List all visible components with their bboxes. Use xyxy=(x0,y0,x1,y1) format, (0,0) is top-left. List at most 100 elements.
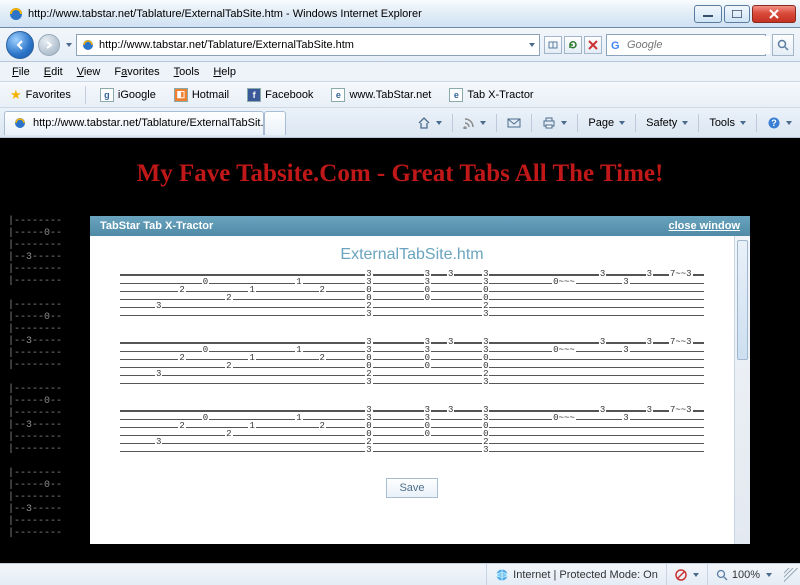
fret-number: 3 xyxy=(622,278,629,286)
chevron-down-icon xyxy=(786,121,792,125)
fret-number: 3 xyxy=(155,370,162,378)
modal-close-link[interactable]: close window xyxy=(668,220,740,232)
fret-number: 2 xyxy=(319,286,326,294)
nav-history-dropdown-icon[interactable] xyxy=(66,43,72,47)
fret-number: 3 xyxy=(365,378,372,386)
chevron-down-icon xyxy=(740,121,746,125)
fav-link-xtractor[interactable]: eTab X-Tractor xyxy=(445,86,537,104)
fret-number: 3 xyxy=(447,270,454,278)
fret-number: 1 xyxy=(295,414,302,422)
chevron-down-icon xyxy=(682,121,688,125)
modal-content: ExternalTabSite.htm 01122233300233300333… xyxy=(90,236,734,544)
fret-number: 0 xyxy=(424,294,431,302)
zoom-control[interactable]: 100% xyxy=(707,564,780,585)
fret-number: 1 xyxy=(248,422,255,430)
fret-number: 2 xyxy=(178,422,185,430)
maximize-button[interactable] xyxy=(724,5,750,23)
fret-number: 3 xyxy=(646,270,653,278)
hotmail-favicon: ◧ xyxy=(174,88,188,102)
save-button[interactable]: Save xyxy=(386,478,437,498)
chevron-down-icon xyxy=(561,121,567,125)
facebook-favicon: f xyxy=(247,88,261,102)
fret-number: 1 xyxy=(248,286,255,294)
xtractor-modal: TabStar Tab X-Tractor close window Exter… xyxy=(90,216,750,544)
menu-bar: FFileile Edit View Favorites Tools Help xyxy=(0,62,800,82)
fret-number: 2 xyxy=(225,362,232,370)
favorites-button[interactable]: ★Favorites xyxy=(6,85,75,105)
navigation-bar: G xyxy=(0,28,800,62)
print-button[interactable] xyxy=(538,115,571,131)
fav-link-facebook[interactable]: fFacebook xyxy=(243,86,317,104)
fret-number: 3 xyxy=(447,406,454,414)
compat-view-button[interactable] xyxy=(544,36,562,54)
feeds-button[interactable] xyxy=(459,115,490,131)
scrollbar-thumb[interactable] xyxy=(737,240,748,360)
fret-number: 3 xyxy=(622,346,629,354)
close-button[interactable] xyxy=(752,5,796,23)
fret-number: 0~~~ xyxy=(552,346,576,354)
help-button[interactable]: ? xyxy=(763,114,796,132)
tablature-block: 0112223330023330033300230~~~3337~~3 xyxy=(120,410,704,464)
menu-edit[interactable]: Edit xyxy=(38,64,69,80)
status-bar: Internet | Protected Mode: On 100% xyxy=(0,563,800,585)
status-privacy[interactable] xyxy=(666,564,707,585)
menu-view[interactable]: View xyxy=(71,64,107,80)
refresh-button[interactable] xyxy=(564,36,582,54)
fret-number: 2 xyxy=(178,354,185,362)
fret-number: 0~~~ xyxy=(552,278,576,286)
fret-number: 7~~3 xyxy=(669,338,693,346)
fret-number: 0 xyxy=(202,278,209,286)
menu-file[interactable]: FFileile xyxy=(6,64,36,80)
readmail-button[interactable] xyxy=(503,115,525,131)
tablature-block: 0112223330023330033300230~~~3337~~3 xyxy=(120,274,704,328)
ie-page-icon xyxy=(13,116,27,130)
internet-zone-icon xyxy=(495,568,509,582)
fret-number: 1 xyxy=(295,278,302,286)
chevron-down-icon xyxy=(693,573,699,577)
home-button[interactable] xyxy=(413,114,446,132)
safety-menu[interactable]: Safety xyxy=(642,115,692,131)
star-icon: ★ xyxy=(10,87,22,103)
browser-tab[interactable]: http://www.tabstar.net/Tablature/Externa… xyxy=(4,111,264,135)
address-dropdown-icon[interactable] xyxy=(529,43,535,47)
search-box[interactable]: G xyxy=(606,34,766,56)
fret-number: 1 xyxy=(295,346,302,354)
background-tablature: |-------- |-----0-- |-------- |--3----- … xyxy=(8,216,62,540)
fret-number: 3 xyxy=(365,446,372,454)
tools-menu[interactable]: Tools xyxy=(705,115,750,131)
chevron-down-icon xyxy=(619,121,625,125)
svg-text:G: G xyxy=(611,40,620,51)
new-tab-button[interactable] xyxy=(264,111,286,135)
command-bar: Page Safety Tools ? xyxy=(413,114,796,132)
fav-link-hotmail[interactable]: ◧Hotmail xyxy=(170,86,233,104)
fret-number: 0 xyxy=(202,346,209,354)
search-input[interactable] xyxy=(627,36,770,54)
status-zone[interactable]: Internet | Protected Mode: On xyxy=(486,564,666,585)
stop-button[interactable] xyxy=(584,36,602,54)
fav-link-igoogle[interactable]: giGoogle xyxy=(96,86,160,104)
modal-title: TabStar Tab X-Tractor xyxy=(100,220,213,232)
minimize-button[interactable] xyxy=(694,5,722,23)
page-menu[interactable]: Page xyxy=(584,115,629,131)
menu-help[interactable]: Help xyxy=(207,64,242,80)
address-input[interactable] xyxy=(99,36,523,54)
fret-number: 3 xyxy=(155,302,162,310)
fret-number: 0 xyxy=(424,362,431,370)
chevron-down-icon xyxy=(436,121,442,125)
modal-scrollbar[interactable] xyxy=(734,236,750,544)
fret-number: 3 xyxy=(599,406,606,414)
address-bar[interactable] xyxy=(76,34,540,56)
page-favicon: e xyxy=(331,88,345,102)
menu-tools[interactable]: Tools xyxy=(168,64,206,80)
window-title: http://www.tabstar.net/Tablature/Externa… xyxy=(28,8,422,20)
fret-number: 3 xyxy=(599,338,606,346)
zoom-icon xyxy=(716,569,728,581)
search-button[interactable] xyxy=(772,34,794,56)
back-button[interactable] xyxy=(6,31,34,59)
forward-button[interactable] xyxy=(38,34,60,56)
tab-bar: http://www.tabstar.net/Tablature/Externa… xyxy=(0,108,800,138)
modal-filename: ExternalTabSite.htm xyxy=(106,246,718,264)
resize-grip[interactable] xyxy=(784,568,798,582)
menu-favorites[interactable]: Favorites xyxy=(108,64,165,80)
fav-link-tabstar[interactable]: ewww.TabStar.net xyxy=(327,86,435,104)
